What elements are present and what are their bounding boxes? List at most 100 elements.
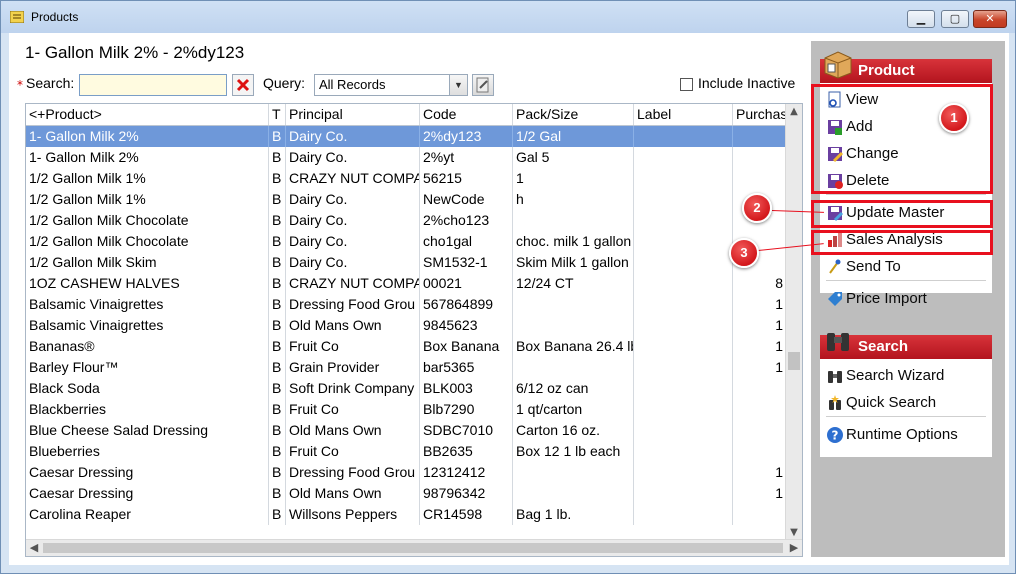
table-row[interactable]: Bananas® B Fruit Co Box Banana Box Banana 26… <box>26 336 786 357</box>
search-group-header[interactable]: Search <box>820 333 992 359</box>
vertical-scroll-thumb[interactable] <box>788 352 800 370</box>
cell-pack-size: Carton 16 oz. <box>513 420 634 441</box>
products-grid: <+Product> T Principal Code Pack/Size La… <box>25 103 803 557</box>
cell-product: Blue Cheese Salad Dressing <box>26 420 269 441</box>
query-edit-icon <box>476 77 489 93</box>
cell-product: 1/2 Gallon Milk Chocolate <box>26 231 269 252</box>
table-row[interactable]: Black Soda B Soft Drink Company BLK003 6/12 … <box>26 378 786 399</box>
app-icon <box>10 11 24 23</box>
cell-code: 2%yt <box>420 147 513 168</box>
cell-code: Blb7290 <box>420 399 513 420</box>
table-row[interactable]: Carolina Reaper B Willsons Peppers CR14598 B… <box>26 504 786 525</box>
table-row[interactable]: Balsamic Vinaigrettes B Old Mans Own 984562… <box>26 315 786 336</box>
table-row[interactable]: Blue Cheese Salad Dressing B Old Mans Own S… <box>26 420 786 441</box>
col-header-purchase[interactable]: Purchas <box>733 104 786 125</box>
cell-label <box>634 273 733 294</box>
table-row[interactable]: 1- Gallon Milk 2% B Dairy Co. 2%dy123 1/2 Ga… <box>26 126 786 147</box>
cell-label <box>634 294 733 315</box>
grid-header: <+Product> T Principal Code Pack/Size La… <box>26 104 786 126</box>
table-row[interactable]: 1OZ CASHEW HALVES B CRAZY NUT COMPA 00021 12… <box>26 273 786 294</box>
highlight-box-2 <box>811 200 993 228</box>
cell-product: Caesar Dressing <box>26 483 269 504</box>
highlight-box-1 <box>811 84 993 194</box>
cell-purchase: 1 <box>733 462 786 483</box>
cell-principal: Old Mans Own <box>286 315 420 336</box>
vertical-scrollbar[interactable]: ▲ ▼ <box>785 104 802 541</box>
minimize-icon: ▁ <box>916 12 926 25</box>
cell-type: B <box>269 315 286 336</box>
cell-pack-size <box>513 357 634 378</box>
products-window: Products ▁ ▢ ✕ 1- Gallon Milk 2% - 2%dy1… <box>0 0 1016 574</box>
cell-pack-size: Skim Milk 1 gallon <box>513 252 634 273</box>
table-row[interactable]: 1/2 Gallon Milk Skim B Dairy Co. SM1532-1 Sk… <box>26 252 786 273</box>
clear-search-button[interactable] <box>232 74 254 96</box>
col-header-label[interactable]: Label <box>634 104 733 125</box>
cell-pack-size: 1/2 Gal <box>513 126 634 147</box>
table-row[interactable]: Barley Flour™ B Grain Provider bar5365 1 <box>26 357 786 378</box>
cell-product: 1/2 Gallon Milk Chocolate <box>26 210 269 231</box>
table-row[interactable]: 1/2 Gallon Milk Chocolate B Dairy Co. cho1g… <box>26 231 786 252</box>
col-header-principal[interactable]: Principal <box>286 104 420 125</box>
cell-principal: Dairy Co. <box>286 126 420 147</box>
query-select[interactable]: All Records ▼ <box>314 74 468 96</box>
cell-principal: Fruit Co <box>286 336 420 357</box>
col-header-type[interactable]: T <box>269 104 286 125</box>
cell-type: B <box>269 462 286 483</box>
cell-principal: Dairy Co. <box>286 147 420 168</box>
cell-type: B <box>269 378 286 399</box>
col-header-pack-size[interactable]: Pack/Size <box>513 104 634 125</box>
cell-label <box>634 315 733 336</box>
col-header-code[interactable]: Code <box>420 104 513 125</box>
cell-pack-size: Gal 5 <box>513 147 634 168</box>
product-group-header[interactable]: Product <box>820 51 992 83</box>
chevron-down-icon[interactable]: ▼ <box>449 75 467 95</box>
binoculars-header-icon <box>827 333 849 351</box>
minimize-button[interactable]: ▁ <box>907 10 935 28</box>
cell-type: B <box>269 399 286 420</box>
query-edit-button[interactable] <box>472 74 494 96</box>
cell-product: 1/2 Gallon Milk 1% <box>26 168 269 189</box>
table-row[interactable]: Caesar Dressing B Dressing Food Grou 123124… <box>26 462 786 483</box>
table-row[interactable]: 1/2 Gallon Milk Chocolate B Dairy Co. 2%cho… <box>26 210 786 231</box>
cell-code: 00021 <box>420 273 513 294</box>
cell-product: Barley Flour™ <box>26 357 269 378</box>
table-row[interactable]: Caesar Dressing B Old Mans Own 98796342 1 <box>26 483 786 504</box>
cell-product: Blackberries <box>26 399 269 420</box>
table-row[interactable]: 1/2 Gallon Milk 1% B Dairy Co. NewCode h <box>26 189 786 210</box>
cell-type: B <box>269 420 286 441</box>
product-group-title: Product <box>858 62 915 79</box>
col-header-product[interactable]: <+Product> <box>26 104 269 125</box>
close-button[interactable]: ✕ <box>973 10 1007 28</box>
cell-principal: Old Mans Own <box>286 420 420 441</box>
search-input[interactable] <box>79 74 227 96</box>
cell-label <box>634 336 733 357</box>
task-label: Search Wizard <box>846 367 945 384</box>
cell-product: 1- Gallon Milk 2% <box>26 147 269 168</box>
scroll-left-icon[interactable]: ◀ <box>26 540 42 556</box>
horizontal-scroll-thumb[interactable] <box>43 543 783 553</box>
table-row[interactable]: 1/2 Gallon Milk 1% B CRAZY NUT COMPA 56215 1 <box>26 168 786 189</box>
cell-code: bar5365 <box>420 357 513 378</box>
cell-code: 2%dy123 <box>420 126 513 147</box>
cell-label <box>634 189 733 210</box>
search-label: Search: <box>26 75 75 91</box>
table-row[interactable]: Balsamic Vinaigrettes B Dressing Food Grou… <box>26 294 786 315</box>
cell-type: B <box>269 483 286 504</box>
horizontal-scrollbar[interactable]: ◀ ▶ <box>26 539 802 556</box>
table-row[interactable]: 1- Gallon Milk 2% B Dairy Co. 2%yt Gal 5 <box>26 147 786 168</box>
cell-purchase <box>733 168 786 189</box>
cell-label <box>634 420 733 441</box>
maximize-button[interactable]: ▢ <box>941 10 969 28</box>
grid-rows: 1- Gallon Milk 2% B Dairy Co. 2%dy123 1/2 Ga… <box>26 126 786 525</box>
table-row[interactable]: Blackberries B Fruit Co Blb7290 1 qt/carton <box>26 399 786 420</box>
table-row[interactable]: Blueberries B Fruit Co BB2635 Box 12 1 lb ea… <box>26 441 786 462</box>
cell-pack-size: h <box>513 189 634 210</box>
cell-label <box>634 483 733 504</box>
include-inactive-checkbox[interactable] <box>680 78 693 91</box>
search-group: Search Search Wizard Quick Search? Runtime… <box>820 333 992 457</box>
scroll-up-icon[interactable]: ▲ <box>786 104 802 120</box>
cell-principal: Dressing Food Grou <box>286 294 420 315</box>
record-title: 1- Gallon Milk 2% - 2%dy123 <box>25 43 245 62</box>
scroll-right-icon[interactable]: ▶ <box>786 540 802 556</box>
search-group-title: Search <box>858 338 909 355</box>
